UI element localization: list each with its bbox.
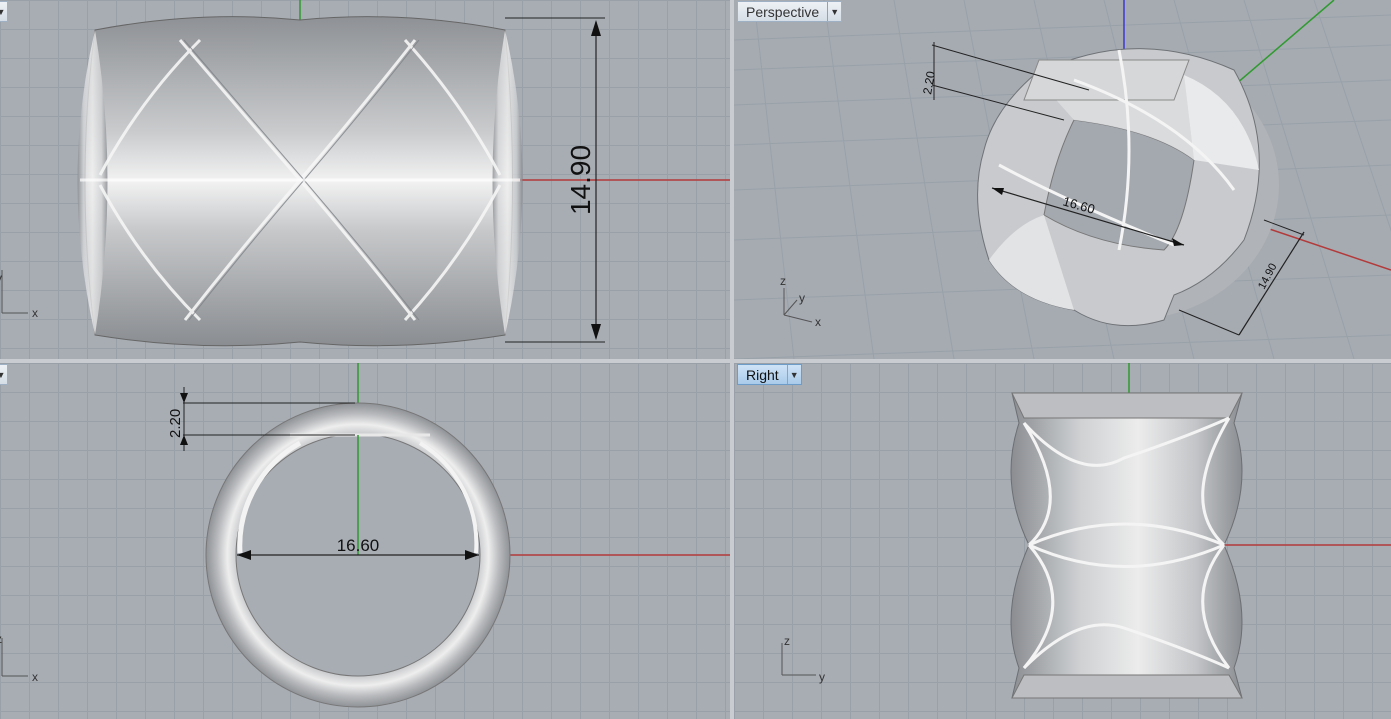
axis-label-y: y: [819, 670, 825, 684]
viewport-front[interactable]: ▼ 2.20 16.60 x: [0, 363, 730, 719]
axis-indicator: z y x: [780, 274, 821, 329]
axis-label-z: z: [0, 632, 2, 646]
axis-label-x: x: [32, 670, 38, 684]
tab-right[interactable]: Right ▼: [737, 364, 802, 385]
dimension-diameter-text: 16.60: [337, 536, 380, 555]
axis-indicator: x y: [0, 270, 38, 320]
axis-indicator: z y: [781, 634, 825, 684]
perspective-canvas: 2.20 16.60 14.90 z y x: [734, 0, 1391, 359]
viewport-title[interactable]: Perspective: [738, 2, 827, 21]
tab-perspective[interactable]: Perspective ▼: [737, 1, 843, 22]
viewport-top[interactable]: ▼ 14.90 x: [0, 0, 730, 359]
front-view-canvas: 2.20 16.60 x z: [0, 363, 730, 708]
axis-label-z: z: [780, 274, 786, 288]
dimension-width-text: 14.90: [565, 145, 596, 215]
dimension-thickness-text: 2.20: [920, 70, 938, 96]
axis-label-x: x: [815, 315, 821, 329]
viewport-right[interactable]: z y Right ▼: [734, 363, 1391, 719]
dropdown-icon[interactable]: ▼: [827, 2, 841, 21]
viewport-title[interactable]: Right: [738, 365, 787, 384]
ring-top-view[interactable]: [77, 16, 523, 347]
axis-label-y: y: [0, 271, 2, 285]
viewport-perspective[interactable]: 2.20 16.60 14.90 z y x Perspective ▼: [734, 0, 1391, 359]
top-view-canvas: 14.90 x y: [0, 0, 730, 347]
axis-indicator: x z: [0, 632, 38, 684]
axis-label-x: x: [32, 306, 38, 320]
ring-perspective-view[interactable]: [977, 48, 1279, 327]
axis-label-y: y: [799, 291, 805, 305]
dropdown-icon[interactable]: ▼: [786, 365, 801, 384]
right-view-canvas: z y: [781, 363, 1391, 699]
axis-label-z: z: [784, 634, 790, 648]
ring-right-view[interactable]: [1010, 392, 1243, 699]
dimension-thickness-text: 2.20: [167, 409, 184, 438]
